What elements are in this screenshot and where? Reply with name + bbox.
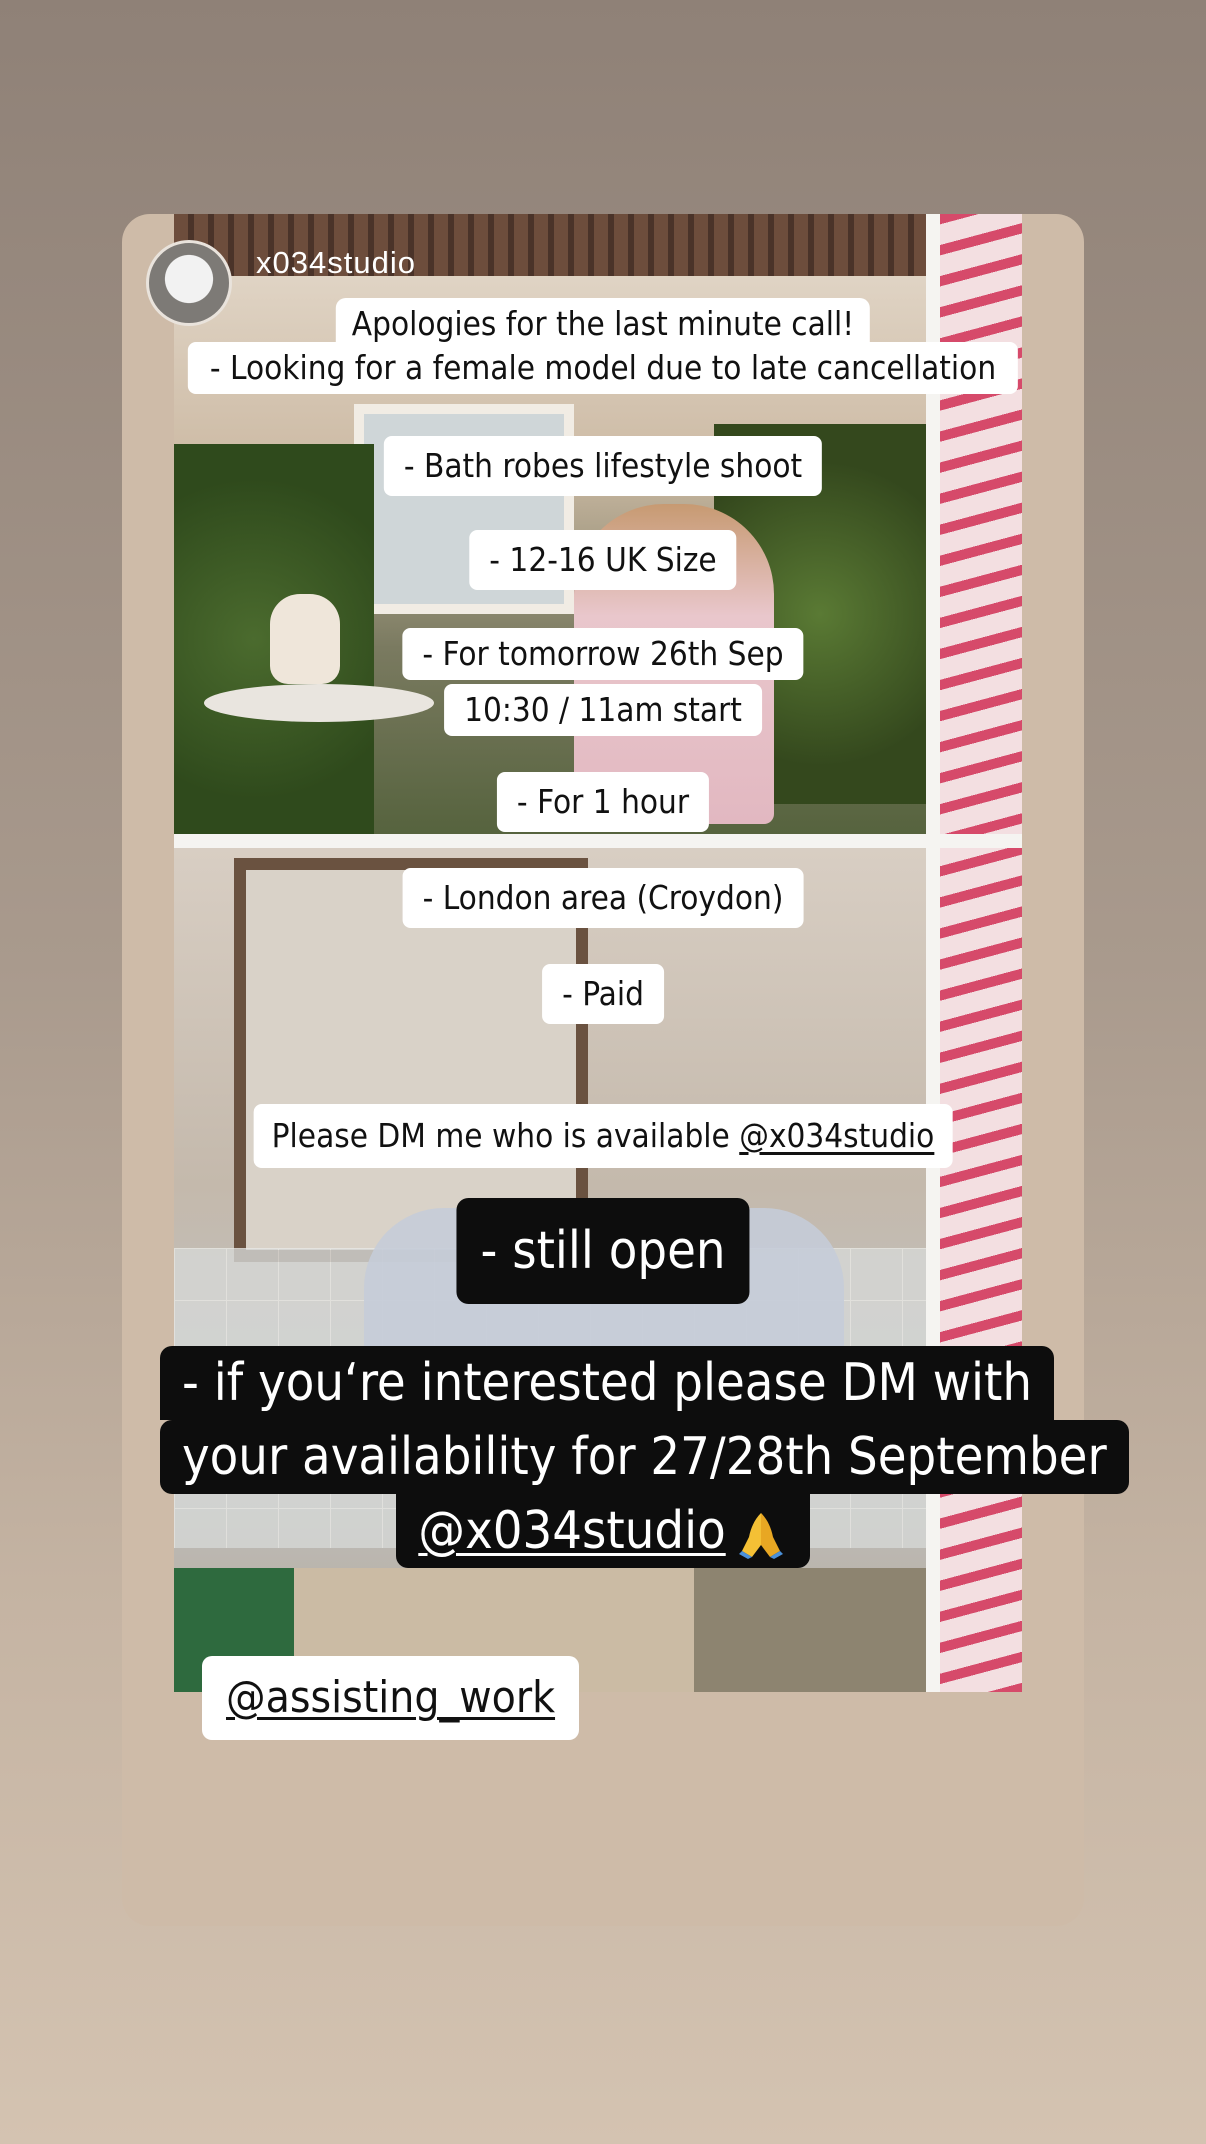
update-line-3: @x034studio [396, 1494, 810, 1568]
text-line-shoot: - Bath robes lifestyle shoot [383, 436, 823, 496]
text-line-time: 10:30 / 11am start [444, 684, 762, 736]
avatar[interactable] [146, 240, 232, 326]
text-line-paid: - Paid [542, 964, 664, 1024]
update-mention-link[interactable]: @x034studio [418, 1501, 725, 1561]
folded-hands-icon [738, 1513, 783, 1559]
mention-sticker-text[interactable]: @assisting_work [226, 1672, 555, 1723]
dm-text: Please DM me who is available [271, 1116, 740, 1155]
mention-link[interactable]: @x034studio [739, 1116, 934, 1155]
garden-table [204, 684, 434, 722]
username[interactable]: x034studio [256, 245, 416, 281]
update-line-1: - if you‘re interested please DM with [160, 1346, 1054, 1420]
vase [270, 594, 340, 684]
text-line-size: - 12-16 UK Size [469, 530, 737, 590]
text-line-looking: - Looking for a female model due to late… [187, 342, 1019, 394]
text-line-date: - For tomorrow 26th Sep [402, 628, 804, 680]
update-text-block: - if you‘re interested please DM with yo… [160, 1346, 1129, 1568]
update-line-2: your availability for 27/28th September [160, 1420, 1129, 1494]
text-line-duration: - For 1 hour [496, 772, 710, 832]
dm-line: Please DM me who is available @x034studi… [253, 1104, 953, 1168]
collage-divider-horizontal [174, 834, 1022, 848]
text-line-location: - London area (Croydon) [402, 868, 804, 928]
mention-sticker[interactable]: @assisting_work [202, 1656, 580, 1740]
status-still-open: - still open [456, 1198, 750, 1304]
